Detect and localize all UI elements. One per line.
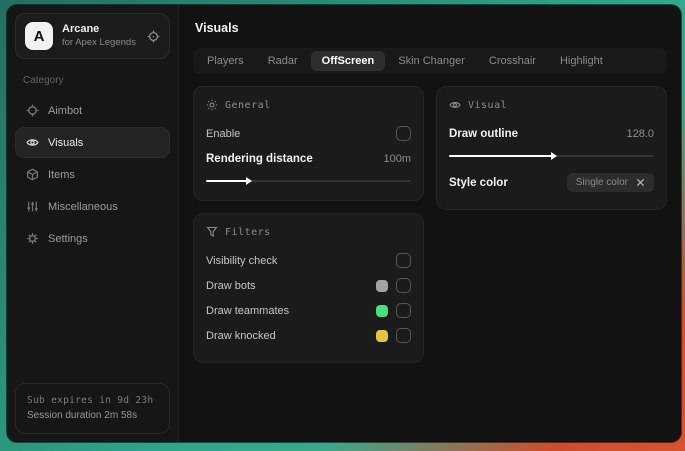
filters-panel-title: Filters bbox=[225, 226, 271, 238]
draw-knocked-color-swatch[interactable] bbox=[376, 329, 388, 342]
panel-columns: General Enable Rendering distance 100m F… bbox=[193, 86, 667, 363]
sidebar-nav: Aimbot Visuals Items Miscellaneous Setti… bbox=[15, 94, 170, 255]
tab-offscreen[interactable]: OffScreen bbox=[310, 51, 386, 71]
app-subtitle: for Apex Legends bbox=[62, 36, 136, 48]
draw-bots-row: Draw bots bbox=[206, 274, 411, 297]
crosshair-icon bbox=[26, 104, 39, 117]
tab-skin-changer[interactable]: Skin Changer bbox=[387, 51, 476, 71]
draw-outline-value: 128.0 bbox=[626, 127, 654, 140]
draw-knocked-controls bbox=[376, 328, 411, 343]
enable-label: Enable bbox=[206, 127, 241, 140]
sidebar-item-visuals[interactable]: Visuals bbox=[15, 127, 170, 158]
general-panel-title: General bbox=[225, 99, 271, 111]
draw-bots-label: Draw bots bbox=[206, 279, 256, 292]
enable-checkbox[interactable] bbox=[396, 126, 411, 141]
general-panel: General Enable Rendering distance 100m bbox=[193, 86, 424, 201]
sidebar-item-aimbot[interactable]: Aimbot bbox=[15, 95, 170, 126]
right-column: Visual Draw outline 128.0 Style color Si… bbox=[436, 86, 667, 210]
tab-radar[interactable]: Radar bbox=[257, 51, 309, 71]
draw-teammates-checkbox[interactable] bbox=[396, 303, 411, 318]
app-window: A Arcane for Apex Legends Category Aimbo… bbox=[7, 5, 681, 442]
draw-bots-controls bbox=[376, 278, 411, 293]
app-header-card: A Arcane for Apex Legends bbox=[15, 13, 170, 59]
eye-icon bbox=[449, 99, 461, 111]
draw-outline-slider[interactable] bbox=[449, 150, 654, 162]
style-color-row: Style color Single color bbox=[449, 171, 654, 194]
tab-highlight[interactable]: Highlight bbox=[549, 51, 614, 71]
filters-panel: Filters Visibility check Draw bots Draw … bbox=[193, 213, 424, 363]
sidebar: A Arcane for Apex Legends Category Aimbo… bbox=[7, 5, 179, 442]
tab-bar: Players Radar OffScreen Skin Changer Cro… bbox=[193, 48, 667, 74]
visual-panel: Visual Draw outline 128.0 Style color Si… bbox=[436, 86, 667, 210]
visibility-check-row: Visibility check bbox=[206, 249, 411, 272]
filters-panel-header: Filters bbox=[206, 226, 411, 238]
sidebar-item-label: Miscellaneous bbox=[48, 200, 118, 213]
tab-players[interactable]: Players bbox=[196, 51, 255, 71]
slider-fill bbox=[449, 152, 556, 160]
sidebar-item-settings[interactable]: Settings bbox=[15, 223, 170, 254]
desktop-background: A Arcane for Apex Legends Category Aimbo… bbox=[0, 0, 685, 451]
funnel-icon bbox=[206, 226, 218, 238]
draw-knocked-checkbox[interactable] bbox=[396, 328, 411, 343]
sidebar-item-label: Visuals bbox=[48, 136, 84, 149]
sliders-icon bbox=[26, 200, 39, 213]
draw-teammates-controls bbox=[376, 303, 411, 318]
style-color-label: Style color bbox=[449, 176, 508, 189]
app-meta: Arcane for Apex Legends bbox=[62, 23, 138, 49]
visual-panel-header: Visual bbox=[449, 99, 654, 111]
style-color-select[interactable]: Single color bbox=[566, 173, 654, 192]
sidebar-item-label: Aimbot bbox=[48, 104, 83, 117]
enable-row: Enable bbox=[206, 122, 411, 145]
draw-teammates-color-swatch[interactable] bbox=[376, 304, 388, 317]
gear-icon bbox=[26, 232, 39, 245]
draw-teammates-row: Draw teammates bbox=[206, 299, 411, 322]
general-panel-header: General bbox=[206, 99, 411, 111]
draw-outline-label: Draw outline bbox=[449, 127, 519, 140]
draw-bots-color-swatch[interactable] bbox=[376, 279, 388, 292]
visual-panel-title: Visual bbox=[468, 99, 508, 111]
draw-knocked-row: Draw knocked bbox=[206, 324, 411, 347]
sidebar-item-label: Items bbox=[48, 168, 75, 181]
visibility-check-label: Visibility check bbox=[206, 254, 278, 267]
draw-outline-row: Draw outline 128.0 bbox=[449, 122, 654, 145]
close-icon[interactable] bbox=[636, 178, 645, 187]
sun-icon bbox=[206, 99, 218, 111]
app-name: Arcane bbox=[62, 23, 100, 36]
category-label: Category bbox=[23, 75, 64, 86]
draw-knocked-label: Draw knocked bbox=[206, 329, 276, 342]
tab-crosshair[interactable]: Crosshair bbox=[478, 51, 547, 71]
eye-icon bbox=[26, 136, 39, 149]
slider-fill bbox=[206, 177, 252, 185]
app-logo: A bbox=[25, 22, 53, 50]
main-content: Visuals Players Radar OffScreen Skin Cha… bbox=[179, 5, 681, 442]
sidebar-item-label: Settings bbox=[48, 232, 88, 245]
rendering-distance-label: Rendering distance bbox=[206, 152, 313, 165]
rendering-distance-row: Rendering distance 100m bbox=[206, 147, 411, 170]
cube-icon bbox=[26, 168, 39, 181]
sub-expires-text: Sub expires in 9d 23h bbox=[27, 394, 154, 406]
sidebar-item-miscellaneous[interactable]: Miscellaneous bbox=[15, 191, 170, 222]
rendering-distance-value: 100m bbox=[383, 152, 411, 165]
subscription-info-card: Sub expires in 9d 23h Session duration 2… bbox=[15, 382, 170, 434]
session-duration-text: Session duration 2m 58s bbox=[27, 410, 138, 421]
visibility-check-checkbox[interactable] bbox=[396, 253, 411, 268]
sidebar-item-items[interactable]: Items bbox=[15, 159, 170, 190]
left-column: General Enable Rendering distance 100m F… bbox=[193, 86, 424, 363]
rendering-distance-slider[interactable] bbox=[206, 175, 411, 187]
draw-teammates-label: Draw teammates bbox=[206, 304, 290, 317]
draw-bots-checkbox[interactable] bbox=[396, 278, 411, 293]
target-icon[interactable] bbox=[147, 30, 160, 43]
page-title: Visuals bbox=[195, 21, 239, 35]
style-color-value: Single color bbox=[575, 177, 628, 188]
